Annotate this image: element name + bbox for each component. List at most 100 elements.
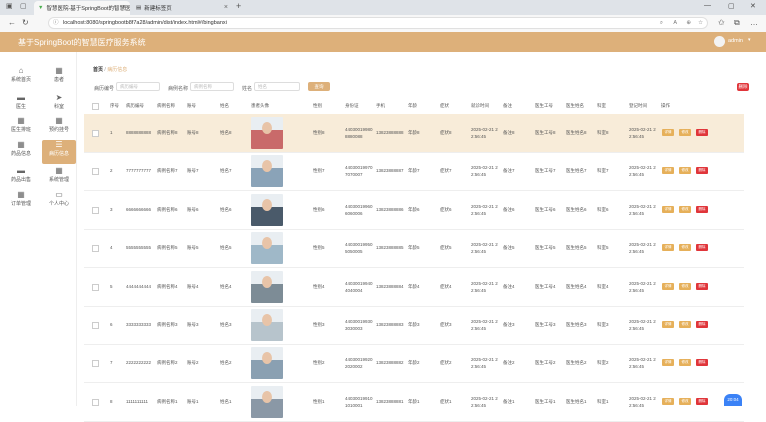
minimize-icon[interactable]: — xyxy=(704,2,711,9)
delete-button[interactable]: 删除 xyxy=(696,167,708,174)
sidebar-item-orders[interactable]: ▦ 订单管理 xyxy=(4,190,38,214)
tab-new[interactable]: ▤ 新建标签页 × xyxy=(132,1,232,15)
close-window-icon[interactable]: ✕ xyxy=(750,2,756,10)
record-no-input[interactable]: 病历编号 xyxy=(116,82,160,91)
edit-button[interactable]: 修改 xyxy=(679,359,691,366)
sidebar-item-profile[interactable]: ▭ 个人中心 xyxy=(42,190,76,214)
sidebar-item-medicine-sale[interactable]: ▬ 药品出售 xyxy=(4,166,38,190)
col-header-note[interactable]: 备注 xyxy=(503,103,512,109)
breadcrumb-home[interactable]: 首页 xyxy=(93,67,103,73)
grid-icon: ▦ xyxy=(17,190,25,199)
floating-time-badge[interactable]: 20:04 xyxy=(724,394,742,406)
sidebar-item-medical-record[interactable]: ☰ 病历信息 xyxy=(42,140,76,164)
delete-button[interactable]: 删除 xyxy=(696,398,708,405)
back-icon[interactable]: ← xyxy=(8,18,16,27)
row-checkbox[interactable] xyxy=(92,360,99,367)
delete-button[interactable]: 删除 xyxy=(696,206,708,213)
sidebar-item-home[interactable]: ⌂ 系统首页 xyxy=(4,66,38,90)
collections-icon[interactable]: ⧉ xyxy=(734,18,740,28)
batch-delete-button[interactable]: 删除 xyxy=(737,83,749,91)
user-name[interactable]: admin xyxy=(728,38,743,44)
view-button[interactable]: 详情 xyxy=(662,244,674,251)
delete-button[interactable]: 删除 xyxy=(696,359,708,366)
row-checkbox[interactable] xyxy=(92,284,99,291)
delete-button[interactable]: 删除 xyxy=(696,244,708,251)
cell-phone: 13823888883 xyxy=(376,322,404,327)
col-header-record-no[interactable]: 病历编号 xyxy=(126,103,144,109)
refresh-icon[interactable]: ↻ xyxy=(22,18,29,27)
edit-button[interactable]: 修改 xyxy=(679,244,691,251)
search-page-icon[interactable]: ⌕ xyxy=(660,18,663,29)
zoom-icon[interactable]: ⊕ xyxy=(686,18,691,29)
read-aloud-icon[interactable]: A xyxy=(673,18,677,29)
view-button[interactable]: 详情 xyxy=(662,129,674,136)
col-header-case-name[interactable]: 病例名称 xyxy=(157,103,175,109)
chevron-down-icon[interactable]: ▾ xyxy=(748,37,751,43)
col-header-age[interactable]: 年龄 xyxy=(408,103,417,109)
view-button[interactable]: 详情 xyxy=(662,398,674,405)
cell-sex: 性别7 xyxy=(313,168,325,173)
edit-button[interactable]: 修改 xyxy=(679,321,691,328)
col-header-phone[interactable]: 手机 xyxy=(376,103,385,109)
col-header-visit-time[interactable]: 就诊时间 xyxy=(471,103,489,109)
patient-photo xyxy=(251,347,283,379)
sidebar-item-patient[interactable]: ▦ 患者 xyxy=(42,66,76,90)
close-tab-icon[interactable]: × xyxy=(224,4,228,11)
more-icon[interactable]: … xyxy=(750,18,758,27)
sidebar-item-schedule[interactable]: ▦ 医生排班 xyxy=(4,116,38,140)
sidebar-item-medicine[interactable]: ▦ 药品信息 xyxy=(4,140,38,164)
select-all-checkbox[interactable] xyxy=(92,103,99,110)
favorite-icon[interactable]: ☆ xyxy=(698,18,703,29)
url-input[interactable]: ⓘ localhost:8080/springbootb8f7a28/admin… xyxy=(48,17,708,29)
name-input[interactable]: 姓名 xyxy=(254,82,300,91)
sidebar-item-appointment[interactable]: ▦ 预约挂号 xyxy=(42,116,76,140)
row-checkbox[interactable] xyxy=(92,168,99,175)
col-header-sex[interactable]: 性别 xyxy=(313,103,322,109)
tab-active[interactable]: ▼ 智慧医院-基于SpringBoot的智慧医疗... × xyxy=(34,1,130,15)
view-button[interactable]: 详情 xyxy=(662,359,674,366)
cell-visit-time: 2:56:45 xyxy=(471,211,487,216)
avatar[interactable] xyxy=(714,36,725,47)
view-button[interactable]: 详情 xyxy=(662,283,674,290)
edit-button[interactable]: 修改 xyxy=(679,167,691,174)
row-checkbox[interactable] xyxy=(92,322,99,329)
cell-register-time: 2:56:45 xyxy=(629,172,645,177)
col-header-name[interactable]: 姓名 xyxy=(220,103,229,109)
col-header-register-time[interactable]: 登记时间 xyxy=(629,103,647,109)
close-tab-icon[interactable]: × xyxy=(122,4,126,11)
view-button[interactable]: 详情 xyxy=(662,167,674,174)
view-button[interactable]: 详情 xyxy=(662,321,674,328)
col-header-id-card[interactable]: 身份证 xyxy=(345,103,359,109)
row-checkbox[interactable] xyxy=(92,207,99,214)
tab-actions-icon[interactable]: ▢ xyxy=(20,2,27,10)
search-button[interactable]: 查询 xyxy=(308,82,330,91)
cell-register-time: 2:56:45 xyxy=(629,364,645,369)
delete-button[interactable]: 删除 xyxy=(696,283,708,290)
edit-button[interactable]: 修改 xyxy=(679,283,691,290)
favorites-bar-icon[interactable]: ✩ xyxy=(718,18,725,27)
row-checkbox[interactable] xyxy=(92,245,99,252)
patient-photo xyxy=(251,309,283,341)
case-name-input[interactable]: 病例名称 xyxy=(190,82,234,91)
maximize-icon[interactable]: ▢ xyxy=(728,2,735,10)
row-checkbox[interactable] xyxy=(92,130,99,137)
cell-phone: 13823888887 xyxy=(376,168,404,173)
edit-button[interactable]: 修改 xyxy=(679,129,691,136)
sidebar-item-system[interactable]: ▦ 系统管理 xyxy=(42,166,76,190)
row-checkbox[interactable] xyxy=(92,399,99,406)
cell-name: 姓名4 xyxy=(220,284,232,289)
col-header-account[interactable]: 账号 xyxy=(187,103,196,109)
browser-menu-icon[interactable]: ▣ xyxy=(6,2,13,10)
col-header-doctor-name[interactable]: 医生姓名 xyxy=(566,103,584,109)
delete-button[interactable]: 删除 xyxy=(696,321,708,328)
sidebar-item-department[interactable]: ➤ 科室 xyxy=(42,93,76,117)
view-button[interactable]: 详情 xyxy=(662,206,674,213)
edit-button[interactable]: 修改 xyxy=(679,398,691,405)
col-header-doctor-no[interactable]: 医生工号 xyxy=(535,103,553,109)
sidebar-item-doctor[interactable]: ▬ 医生 xyxy=(4,93,38,117)
delete-button[interactable]: 删除 xyxy=(696,129,708,136)
col-header-department[interactable]: 科室 xyxy=(597,103,606,109)
edit-button[interactable]: 修改 xyxy=(679,206,691,213)
col-header-symptom[interactable]: 症状 xyxy=(440,103,449,109)
new-tab-icon[interactable]: + xyxy=(236,1,241,11)
